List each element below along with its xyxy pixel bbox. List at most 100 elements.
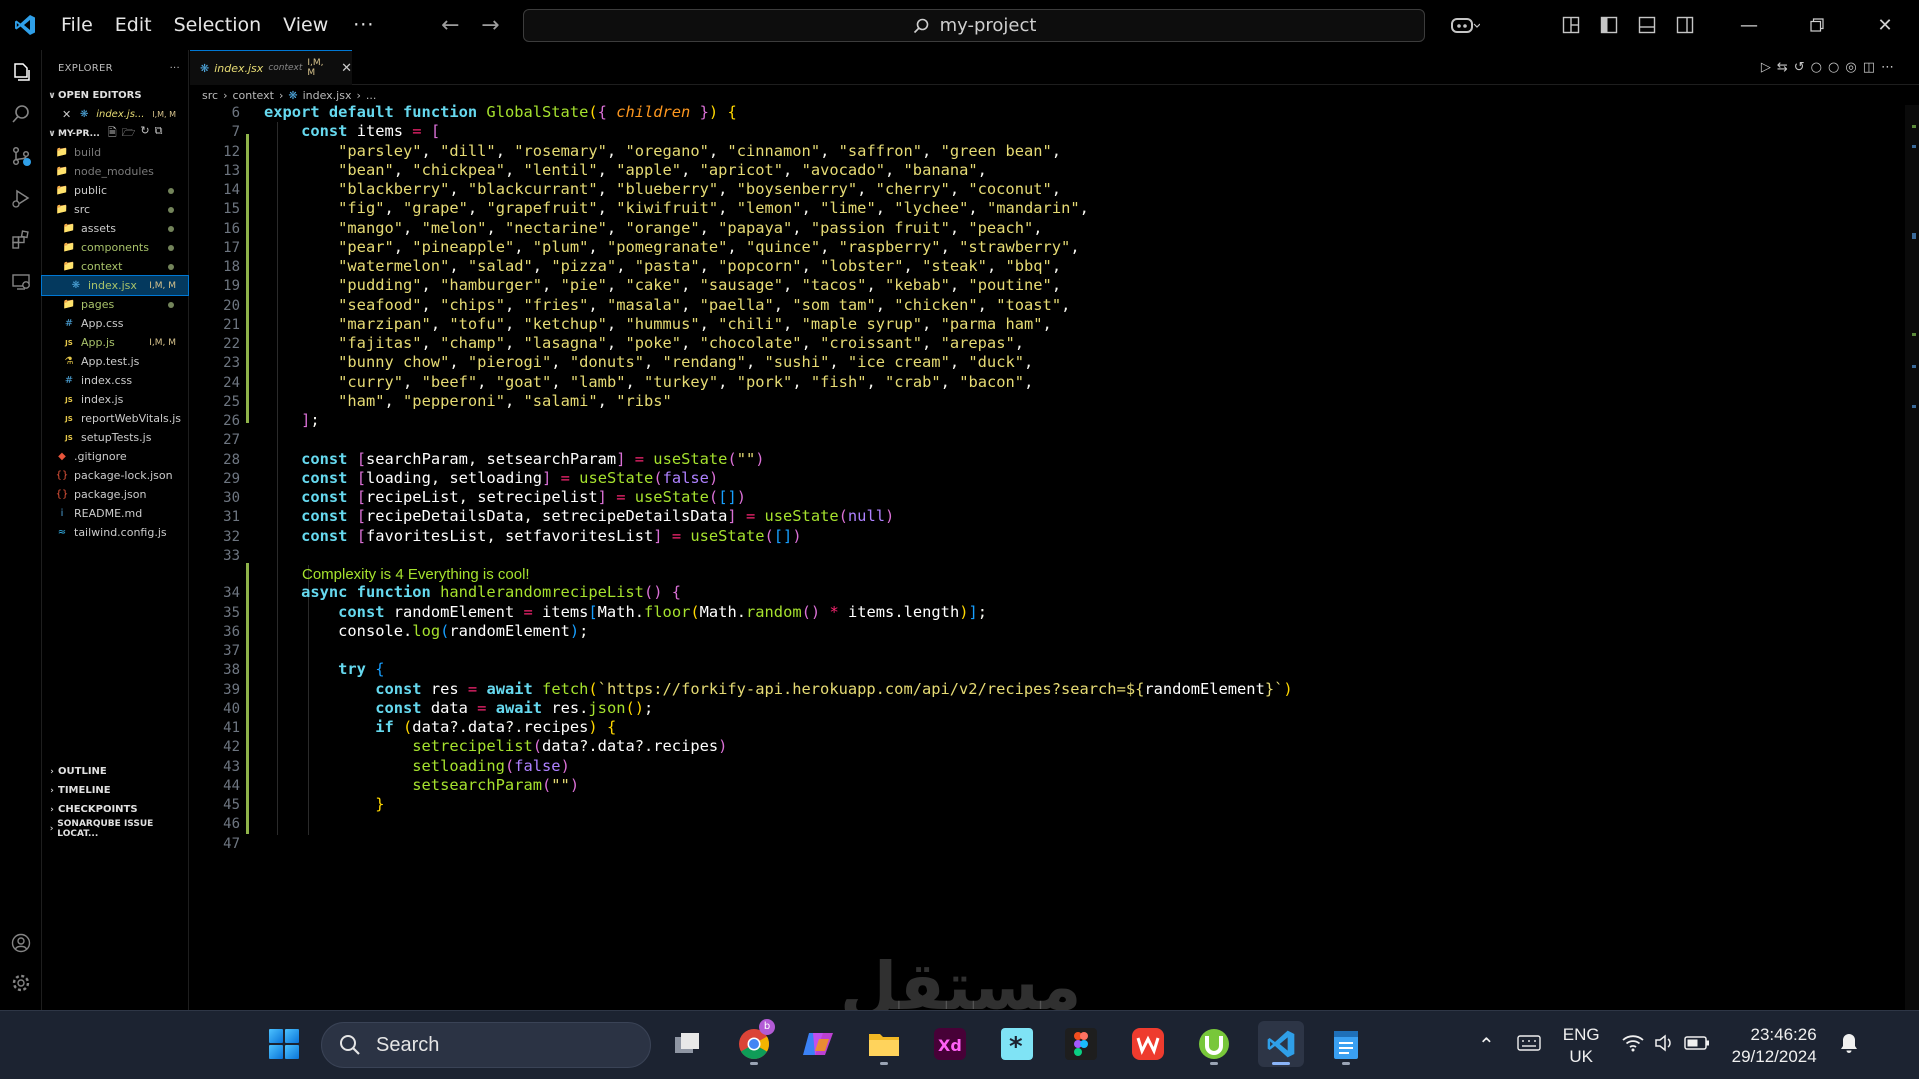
file-tree-item[interactable]: 📁 node_modules <box>42 162 188 181</box>
copilot-icon[interactable] <box>1440 0 1490 50</box>
minimize-button[interactable]: — <box>1715 0 1783 50</box>
open-editor-item[interactable]: ✕ ❋ index.js... I,M, M <box>42 105 188 124</box>
close-tab-icon[interactable]: ✕ <box>341 61 352 76</box>
run-icon[interactable]: ▷ <box>1761 60 1771 75</box>
settings-gear-icon[interactable] <box>0 962 42 1004</box>
file-tree-item[interactable]: {} package.json <box>42 485 188 504</box>
code-line[interactable]: "pudding", "hamburger", "pie", "cake", "… <box>264 276 1061 294</box>
complexity-code-lens[interactable]: Complexity is 4 Everything is cool! <box>302 566 530 583</box>
restore-button[interactable] <box>1783 0 1851 50</box>
git-change-marker[interactable] <box>246 563 249 835</box>
vscode-taskbar-icon[interactable] <box>1258 1021 1304 1067</box>
code-line[interactable]: "bean", "chickpea", "lentil", "apple", "… <box>264 161 987 179</box>
code-line[interactable]: "mango", "melon", "nectarine", "orange",… <box>264 219 1042 237</box>
file-tree-item[interactable]: # index.css <box>42 371 188 390</box>
checkpoints-section[interactable]: › CHECKPOINTS <box>42 800 189 819</box>
toggle-panel-icon[interactable] <box>1628 0 1666 50</box>
code-line[interactable]: console.log(randomElement); <box>264 622 588 640</box>
file-tree-item[interactable]: 📁 build <box>42 143 188 162</box>
wifi-icon[interactable] <box>1622 1034 1644 1057</box>
keyboard-icon[interactable] <box>1517 1035 1541 1056</box>
file-tree-item[interactable]: ⚗ App.test.js <box>42 352 188 371</box>
breadcrumb-symbol[interactable]: ... <box>366 89 377 102</box>
menu-selection[interactable]: Selection <box>163 0 273 50</box>
file-tree-item[interactable]: 📁 src <box>42 200 188 219</box>
menu-file[interactable]: File <box>50 0 104 50</box>
code-line[interactable]: "curry", "beef", "goat", "lamb", "turkey… <box>264 373 1033 391</box>
editor-scrollbar[interactable] <box>1905 105 1919 1010</box>
code-line[interactable]: async function handlerandomrecipeList() … <box>264 583 681 601</box>
code-line[interactable]: "watermelon", "salad", "pizza", "pasta",… <box>264 257 1061 275</box>
refresh-icon[interactable]: ↻ <box>140 124 149 143</box>
notepad-icon[interactable] <box>1323 1021 1369 1067</box>
code-line[interactable]: "fig", "grape", "grapefruit", "kiwifruit… <box>264 199 1089 217</box>
next-change-icon[interactable]: ○ <box>1828 60 1839 75</box>
file-tree-item[interactable]: JS setupTests.js <box>42 428 188 447</box>
file-tree-item[interactable]: 📁 context <box>42 257 188 276</box>
menu-view[interactable]: View <box>272 0 339 50</box>
volume-icon[interactable] <box>1654 1034 1674 1057</box>
timeline-section[interactable]: › TIMELINE <box>42 781 189 800</box>
figma-icon[interactable] <box>1058 1021 1104 1067</box>
code-line[interactable]: } <box>264 795 384 813</box>
code-line[interactable]: export default function GlobalState({ ch… <box>264 103 737 121</box>
breadcrumb-file[interactable]: index.jsx <box>303 89 352 102</box>
project-section[interactable]: ∨ MY-PR... 🗎 🗁 ↻ ⧉ <box>42 124 188 143</box>
notification-bell-icon[interactable] <box>1839 1032 1859 1059</box>
customize-layout-icon[interactable] <box>1552 0 1590 50</box>
close-icon[interactable]: ✕ <box>62 108 71 121</box>
code-line[interactable]: const data = await res.json(); <box>264 699 653 717</box>
forward-arrow-icon[interactable]: → <box>470 13 510 38</box>
code-line[interactable]: const [recipeList, setrecipelist] = useS… <box>264 488 746 506</box>
code-line[interactable]: "ham", "pepperoni", "salami", "ribs" <box>264 392 672 410</box>
code-line[interactable]: "blackberry", "blackcurrant", "blueberry… <box>264 180 1061 198</box>
sonarqube-section[interactable]: › SONARQUBE ISSUE LOCAT... <box>42 819 189 839</box>
code-line[interactable]: try { <box>264 660 384 678</box>
open-editors-section[interactable]: ∨ OPEN EDITORS <box>42 86 188 105</box>
previous-change-icon[interactable]: ○ <box>1811 60 1822 75</box>
timeline-icon[interactable]: ◎ <box>1845 60 1856 75</box>
file-tree-item[interactable]: ≈ tailwind.config.js <box>42 523 188 542</box>
new-folder-icon[interactable]: 🗁 <box>122 124 136 143</box>
asterisk-app-icon[interactable]: * <box>994 1021 1040 1067</box>
wps-office-icon[interactable] <box>1125 1021 1171 1067</box>
chrome-icon[interactable]: b <box>731 1019 777 1067</box>
breadcrumb-context[interactable]: context <box>232 89 273 102</box>
code-line[interactable]: "fajitas", "champ", "lasagna", "poke", "… <box>264 334 1024 352</box>
code-line[interactable]: "parsley", "dill", "rosemary", "oregano"… <box>264 142 1061 160</box>
code-line[interactable]: setsearchParam("") <box>264 776 579 794</box>
task-view-icon[interactable] <box>665 1021 711 1067</box>
menu-edit[interactable]: Edit <box>104 0 163 50</box>
accounts-icon[interactable] <box>0 922 42 964</box>
file-tree-item[interactable]: {} package-lock.json <box>42 466 188 485</box>
code-line[interactable]: setloading(false) <box>264 757 570 775</box>
taskbar-search[interactable]: Search <box>321 1022 651 1068</box>
new-file-icon[interactable]: 🗎 <box>108 124 117 143</box>
toggle-secondary-sidebar-icon[interactable] <box>1666 0 1704 50</box>
remote-explorer-icon[interactable] <box>0 261 42 303</box>
code-line[interactable]: if (data?.data?.recipes) { <box>264 718 616 736</box>
close-window-button[interactable]: ✕ <box>1851 0 1919 50</box>
breadcrumb-src[interactable]: src <box>202 89 218 102</box>
outline-section[interactable]: › OUTLINE <box>42 762 189 781</box>
file-tree-item[interactable]: JS App.js I,M, M <box>42 333 188 352</box>
language-indicator[interactable]: ENG UK <box>1563 1024 1600 1068</box>
split-editor-icon[interactable]: ◫ <box>1863 60 1875 75</box>
code-line[interactable]: const items = [ <box>264 122 440 140</box>
file-tree-item[interactable]: 📁 components <box>42 238 188 257</box>
file-tree-item[interactable]: JS reportWebVitals.js <box>42 409 188 428</box>
utorrent-icon[interactable] <box>1191 1021 1237 1067</box>
adobe-xd-icon[interactable]: Xd <box>927 1021 973 1067</box>
file-tree-item[interactable]: i README.md <box>42 504 188 523</box>
explorer-icon[interactable] <box>0 51 42 93</box>
code-line[interactable]: const [recipeDetailsData, setrecipeDetai… <box>264 507 894 525</box>
more-actions-icon[interactable]: ⋯ <box>1881 60 1894 75</box>
run-debug-icon[interactable] <box>0 177 42 219</box>
command-center-search[interactable]: my-project <box>523 9 1425 42</box>
file-tree-item[interactable]: ◆ .gitignore <box>42 447 188 466</box>
code-line[interactable]: const [loading, setloading] = useState(f… <box>264 469 718 487</box>
code-editor[interactable]: 6 export default function GlobalState({ c… <box>190 103 1919 1010</box>
code-line[interactable]: ]; <box>264 411 320 429</box>
code-line[interactable]: "bunny chow", "pierogi", "donuts", "rend… <box>264 353 1033 371</box>
collapse-all-icon[interactable]: ⧉ <box>155 124 163 143</box>
